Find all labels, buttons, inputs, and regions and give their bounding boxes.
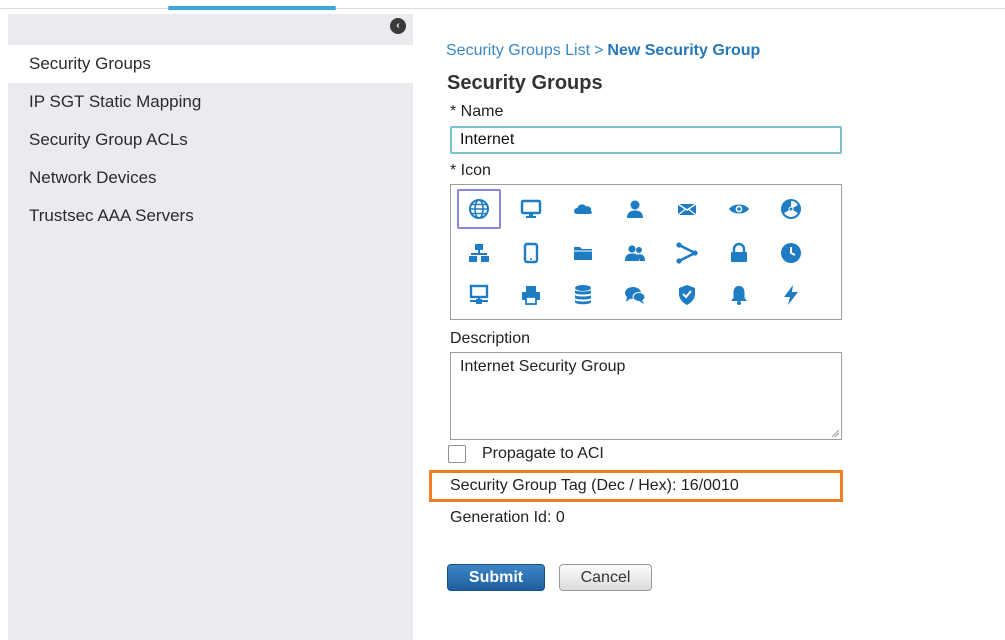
user-icon[interactable] xyxy=(613,189,657,229)
clock-icon[interactable] xyxy=(769,233,813,273)
submit-button[interactable]: Submit xyxy=(447,564,545,591)
breadcrumb-parent-link[interactable]: Security Groups List xyxy=(446,42,590,59)
sidebar-item-ip-sgt-static-mapping[interactable]: IP SGT Static Mapping xyxy=(8,83,413,121)
bell-icon[interactable] xyxy=(717,275,761,315)
printer-glyph xyxy=(522,286,540,305)
chat-glyph xyxy=(625,287,646,304)
sidebar-item-security-group-acls[interactable]: Security Group ACLs xyxy=(8,121,413,159)
envelope-icon[interactable] xyxy=(665,189,709,229)
monitor-glyph xyxy=(520,199,542,218)
generation-id-text: Generation Id: 0 xyxy=(450,509,565,526)
folder-icon[interactable] xyxy=(561,233,605,273)
lock-icon[interactable] xyxy=(717,233,761,273)
globe-glyph xyxy=(469,199,489,219)
breadcrumb-separator: > xyxy=(594,42,604,59)
network-hierarchy-glyph xyxy=(469,244,489,262)
globe-icon[interactable] xyxy=(457,189,501,229)
cancel-button[interactable]: Cancel xyxy=(559,564,652,591)
icon-label: * Icon xyxy=(450,162,491,179)
monitor-icon[interactable] xyxy=(509,189,553,229)
tablet-glyph xyxy=(523,242,539,264)
share-icon[interactable] xyxy=(665,233,709,273)
lock-glyph xyxy=(731,242,747,262)
propagate-to-aci-label: Propagate to ACI xyxy=(482,445,604,462)
security-group-tag-text: Security Group Tag (Dec / Hex): 16/0010 xyxy=(450,477,739,494)
sidebar-item-network-devices[interactable]: Network Devices xyxy=(8,159,413,197)
bell-glyph xyxy=(731,286,747,305)
propagate-to-aci-checkbox[interactable] xyxy=(448,445,466,463)
main-content: Security Groups List > New Security Group … xyxy=(429,0,1005,640)
printer-icon[interactable] xyxy=(509,275,553,315)
user-group-glyph xyxy=(625,245,645,261)
collapse-sidebar-icon[interactable]: ‹ xyxy=(390,18,406,34)
eye-icon[interactable] xyxy=(717,189,761,229)
lightning-glyph xyxy=(784,285,798,305)
chat-icon[interactable] xyxy=(613,275,657,315)
radiation-icon[interactable] xyxy=(769,189,813,229)
eye-glyph xyxy=(729,204,749,214)
breadcrumb: Security Groups List > New Security Group xyxy=(446,42,760,60)
clock-glyph xyxy=(781,243,801,263)
propagate-row: Propagate to ACI xyxy=(448,444,604,464)
user-glyph xyxy=(627,200,643,218)
cloud-glyph xyxy=(574,204,592,214)
active-tab-indicator xyxy=(168,6,336,10)
icon-picker xyxy=(450,184,842,320)
envelope-glyph xyxy=(677,203,697,216)
shield-glyph xyxy=(679,285,695,305)
sidebar: Security Groups IP SGT Static Mapping Se… xyxy=(8,14,413,640)
share-glyph xyxy=(676,242,698,264)
page-title: Security Groups xyxy=(447,72,603,94)
database-glyph xyxy=(575,285,591,305)
description-label: Description xyxy=(450,330,531,347)
database-icon[interactable] xyxy=(561,275,605,315)
sidebar-item-security-groups[interactable]: Security Groups xyxy=(8,45,413,83)
user-group-icon[interactable] xyxy=(613,233,657,273)
name-label: * Name xyxy=(450,103,504,120)
cloud-icon[interactable] xyxy=(561,189,605,229)
breadcrumb-current: New Security Group xyxy=(607,42,761,59)
folder-glyph xyxy=(574,247,592,260)
server-terminal-icon[interactable] xyxy=(457,275,501,315)
name-input[interactable] xyxy=(450,126,842,154)
network-hierarchy-icon[interactable] xyxy=(457,233,501,273)
tablet-icon[interactable] xyxy=(509,233,553,273)
sidebar-item-trustsec-aaa-servers[interactable]: Trustsec AAA Servers xyxy=(8,197,413,235)
radiation-glyph xyxy=(781,199,801,219)
server-terminal-glyph xyxy=(469,284,489,304)
description-field[interactable]: Internet Security Group xyxy=(450,352,842,440)
lightning-icon[interactable] xyxy=(769,275,813,315)
shield-icon[interactable] xyxy=(665,275,709,315)
resize-grip-icon[interactable] xyxy=(830,428,840,438)
